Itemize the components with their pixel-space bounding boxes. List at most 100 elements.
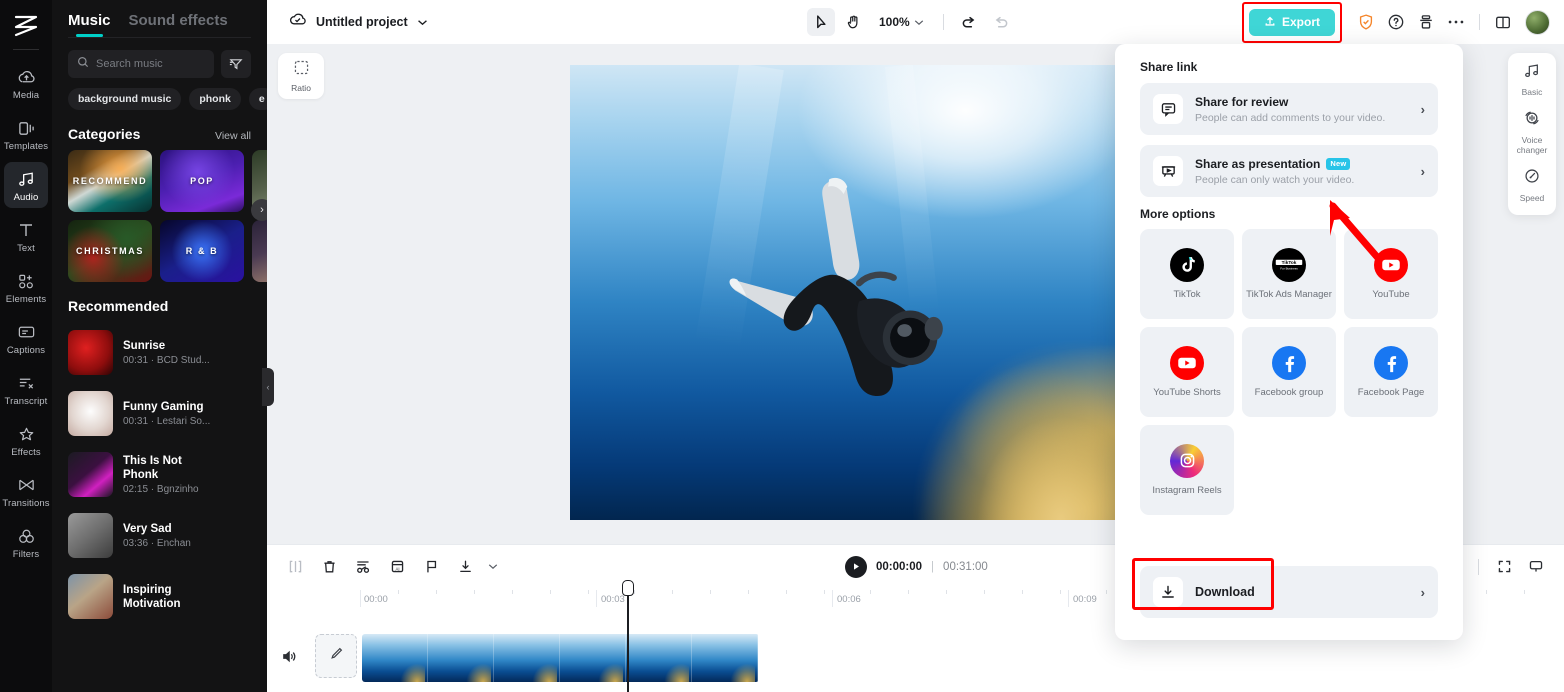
tab-sound-effects[interactable]: Sound effects [129, 12, 228, 37]
tool-voice-changer[interactable]: Voice changer [1509, 109, 1555, 155]
sidebar-item-transcript[interactable]: Transcript [4, 366, 48, 412]
list-item[interactable]: This Is Not Phonk 02:15 · Bgnzinho [68, 444, 251, 505]
share-option-label: TikTok [1173, 288, 1201, 300]
svg-text:AI: AI [395, 566, 399, 571]
music-note-icon [17, 169, 36, 189]
chip-phonk[interactable]: phonk [189, 88, 241, 110]
timeline-tools: AI [281, 553, 501, 581]
categories-view-all[interactable]: View all [215, 130, 251, 142]
chevron-down-icon [417, 13, 428, 31]
fit-screen-icon[interactable] [1490, 553, 1518, 581]
export-button[interactable]: Export [1248, 8, 1335, 36]
category-card[interactable]: R & B [160, 220, 244, 282]
track-meta: 02:15 · Bgnzinho [123, 484, 199, 495]
ratio-button[interactable]: Ratio [278, 53, 324, 99]
sidebar-item-filters[interactable]: Filters [4, 519, 48, 565]
chevron-right-icon[interactable]: › [251, 199, 267, 221]
export-button-label: Export [1281, 15, 1320, 29]
flag-marker-icon[interactable] [417, 553, 445, 581]
playhead[interactable] [621, 580, 634, 692]
split-clip-icon[interactable] [281, 553, 309, 581]
list-item[interactable]: Funny Gaming 00:31 · Lestari So... [68, 383, 251, 444]
chevron-right-icon: › [1420, 584, 1425, 600]
tab-music[interactable]: Music [68, 12, 111, 37]
ruler-label: 00:09 [1073, 594, 1097, 605]
presentation-screen-icon [1153, 156, 1183, 186]
coral-reef-bright [965, 401, 1124, 520]
share-option-youtube[interactable]: YouTube [1344, 229, 1438, 319]
share-option-instagram-reels[interactable]: Instagram Reels [1140, 425, 1234, 515]
categories-header: Categories View all [52, 110, 267, 150]
download-row[interactable]: Download › [1140, 566, 1438, 618]
category-card[interactable] [252, 220, 267, 282]
shield-check-icon[interactable] [1352, 8, 1380, 36]
chip-overflow[interactable]: e [248, 88, 267, 110]
undo-icon[interactable] [955, 8, 983, 36]
category-label: POP [190, 176, 214, 186]
share-option-label: YouTube [1372, 288, 1410, 300]
sidebar-item-label: Templates [3, 141, 49, 152]
comment-bubble-icon [1153, 94, 1183, 124]
capcut-logo-icon[interactable] [11, 13, 41, 39]
sidebar-item-label: Captions [6, 345, 46, 356]
tool-basic[interactable]: Basic [1509, 63, 1555, 97]
category-card[interactable]: POP [160, 150, 244, 212]
zoom-level-dropdown[interactable]: 100% [871, 15, 932, 29]
share-option-label: YouTube Shorts [1153, 386, 1221, 398]
tool-speed[interactable]: Speed [1509, 167, 1555, 203]
question-circle-icon[interactable] [1382, 8, 1410, 36]
auto-cut-icon[interactable] [349, 553, 377, 581]
left-rail: Media Templates Audio Text Elements Capt… [0, 0, 52, 692]
sort-filter-icon[interactable] [221, 50, 251, 78]
sidebar-item-effects[interactable]: Effects [4, 417, 48, 463]
list-item[interactable]: Sunrise 00:31 · BCD Stud... [68, 322, 251, 383]
search-input[interactable] [96, 58, 205, 70]
pencil-edit-icon [329, 646, 344, 666]
sidebar-item-text[interactable]: Text [4, 213, 48, 259]
project-menu[interactable]: Untitled project [289, 12, 428, 32]
list-item[interactable]: Very Sad 03:36 · Enchan [68, 505, 251, 566]
ai-frame-icon[interactable]: AI [383, 553, 411, 581]
video-preview[interactable] [570, 65, 1135, 520]
share-option-facebook-group[interactable]: Facebook group [1242, 327, 1336, 417]
category-card[interactable]: RECOMMEND [68, 150, 152, 212]
download-icon[interactable] [451, 553, 479, 581]
speed-gauge-icon [1523, 167, 1541, 190]
playhead-knob[interactable] [621, 580, 634, 596]
sidebar-item-templates[interactable]: Templates [4, 111, 48, 157]
share-option-youtube-shorts[interactable]: YouTube Shorts [1140, 327, 1234, 417]
panel-tabs: Music Sound effects [52, 0, 267, 37]
category-label: RECOMMEND [72, 176, 148, 186]
chevron-down-icon[interactable] [485, 553, 501, 581]
user-avatar[interactable] [1525, 9, 1550, 35]
track-thumbnail [68, 391, 113, 436]
play-icon[interactable] [845, 555, 867, 578]
share-option-tiktok[interactable]: TikTok [1140, 229, 1234, 319]
track-edit-button[interactable] [315, 634, 357, 678]
search-input-wrapper[interactable] [68, 50, 214, 78]
list-item[interactable]: Inspiring Motivation [68, 566, 251, 627]
layers-stack-icon[interactable] [1412, 8, 1440, 36]
chip-background-music[interactable]: background music [68, 88, 182, 110]
share-option-facebook-page[interactable]: Facebook Page [1344, 327, 1438, 417]
sidebar-item-elements[interactable]: Elements [4, 264, 48, 310]
volume-icon[interactable] [279, 646, 299, 666]
sidebar-item-media[interactable]: Media [4, 60, 48, 106]
category-card[interactable]: CHRISTMAS [68, 220, 152, 282]
panel-collapse-handle[interactable]: ‹ [262, 368, 274, 406]
sidebar-item-audio[interactable]: Audio [4, 162, 48, 208]
sidebar-item-captions[interactable]: Captions [4, 315, 48, 361]
trash-icon[interactable] [315, 553, 343, 581]
split-layout-icon[interactable] [1489, 8, 1517, 36]
cursor-select-icon[interactable] [807, 8, 835, 36]
more-dots-icon[interactable] [1442, 8, 1470, 36]
presentation-icon[interactable] [1522, 553, 1550, 581]
share-for-review-row[interactable]: Share for review People can add comments… [1140, 83, 1438, 135]
sidebar-item-transitions[interactable]: Transitions [2, 468, 50, 514]
video-clip[interactable] [362, 634, 759, 682]
share-as-presentation-row[interactable]: Share as presentation New People can onl… [1140, 145, 1438, 197]
share-option-tiktok-ads[interactable]: TikTok For Business TikTok Ads Manager [1242, 229, 1336, 319]
recommended-title: Recommended [68, 298, 169, 314]
redo-icon[interactable] [987, 8, 1015, 36]
hand-pan-icon[interactable] [839, 8, 867, 36]
